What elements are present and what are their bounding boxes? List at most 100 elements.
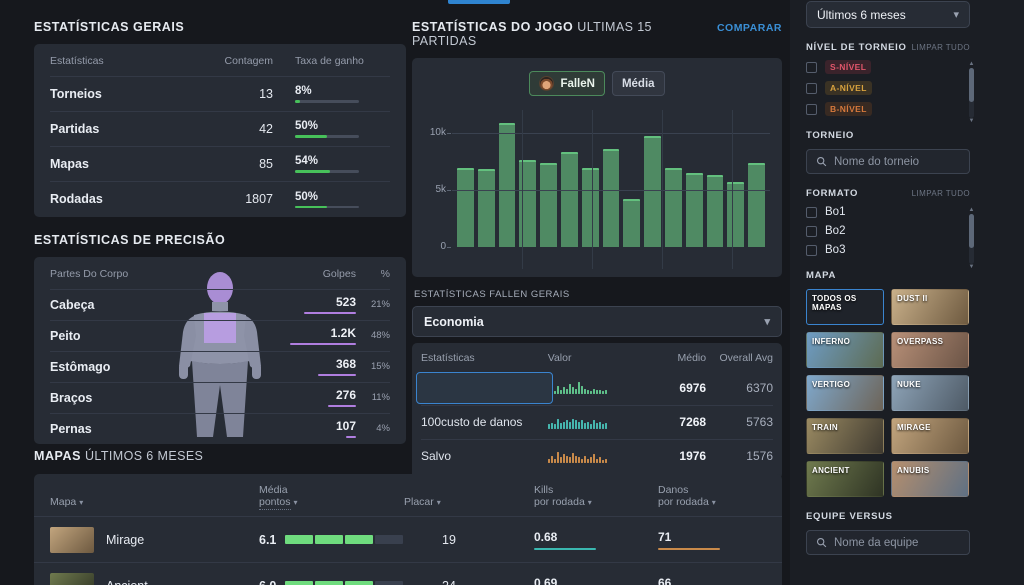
fallen-medio: 6976 (639, 371, 706, 405)
tournament-level-clear[interactable]: LIMPAR TUDO (912, 43, 970, 52)
chart-bar[interactable] (665, 168, 682, 247)
checkbox[interactable] (806, 83, 817, 94)
table-row[interactable]: 100custo de danos72685763 (421, 405, 773, 439)
fallen-stat-name-cell: Custo da kill (421, 371, 548, 405)
format-scrollbar[interactable]: ▲ ▼ (968, 208, 975, 270)
precision-stats-title: ESTATÍSTICAS DE PRECISÃO (34, 233, 406, 247)
tournament-level-scrollbar[interactable]: ▲ ▼ (968, 62, 975, 124)
y-axis-tick (447, 133, 451, 134)
table-row: Peito1.2K48% (50, 320, 390, 351)
map-thumbnail (50, 527, 94, 553)
map-tile-todos-os-mapas[interactable]: TODOS OS MAPAS (806, 289, 884, 325)
search-icon (816, 156, 827, 167)
chart-bar[interactable] (727, 182, 744, 247)
team-search-input[interactable]: Nome da equipe (806, 530, 970, 555)
level-badge: B-NÍVEL (825, 102, 872, 116)
chart-bar[interactable] (582, 168, 599, 247)
legend-button-media[interactable]: Média (612, 71, 665, 96)
format-clear[interactable]: LIMPAR TUDO (912, 189, 970, 198)
chart-plot-area: 05k10k (452, 110, 770, 247)
map-group: MAPA TODOS OS MAPASDUST IIINFERNOOVERPAS… (806, 270, 990, 497)
tournament-group: TORNEIO Nome do torneio (806, 130, 990, 174)
fallen-category-select[interactable]: Economia ▾ (412, 306, 782, 337)
map-tile-nuke[interactable]: NUKE (891, 375, 969, 411)
scroll-up-icon[interactable]: ▲ (968, 62, 975, 67)
chart-bar[interactable] (644, 136, 661, 247)
legend-button-fallen[interactable]: FalleN (529, 71, 605, 96)
chart-bar[interactable] (561, 152, 578, 247)
col-media-pontos[interactable]: Média pontos▾ (259, 474, 404, 517)
chart-bar[interactable] (603, 149, 620, 247)
chart-gridline-vertical (662, 110, 663, 269)
map-name: Mirage (106, 533, 144, 547)
winrate-value: 8% (295, 85, 390, 97)
format-option-1[interactable]: Bo2 (806, 225, 990, 237)
chart-bar[interactable] (457, 168, 474, 247)
map-tile-anubis[interactable]: ANUBIS (891, 461, 969, 497)
chart-bar[interactable] (686, 173, 703, 247)
map-tile-inferno[interactable]: INFERNO (806, 332, 884, 368)
map-tile-label: ANCIENT (812, 466, 850, 475)
avg-points-cell: 6.0 (259, 563, 404, 585)
comparar-link[interactable]: COMPARAR (717, 22, 782, 34)
map-tile-ancient[interactable]: ANCIENT (806, 461, 884, 497)
sparkline-chart (548, 381, 640, 394)
y-axis-tick-label: 10k (420, 127, 446, 138)
tournament-level-option-1[interactable]: A-NÍVEL (806, 81, 990, 95)
tournament-level-option-2[interactable]: B-NÍVEL (806, 102, 990, 116)
map-tile-label: TODOS OS MAPAS (812, 294, 883, 312)
tournament-search-input[interactable]: Nome do torneio (806, 149, 970, 174)
col-kills-por-rodada[interactable]: Kills por rodada▾ (534, 474, 658, 517)
chart-bar[interactable] (748, 163, 765, 247)
map-tile-mirage[interactable]: MIRAGE (891, 418, 969, 454)
period-select[interactable]: Últimos 6 meses ▾ (806, 1, 970, 28)
hits-bar (346, 436, 356, 438)
map-tile-dust-ii[interactable]: DUST II (891, 289, 969, 325)
format-option-2[interactable]: Bo3 (806, 244, 990, 256)
mapas-card: Mapa▾ Média pontos▾ Placar▾ Kills por ro… (34, 474, 782, 585)
table-row[interactable]: Ancient6.0240.6966 (34, 563, 782, 585)
chart-bar[interactable] (540, 163, 557, 247)
bar-chart: 05k10k (422, 104, 772, 269)
table-row[interactable]: Mirage6.1190.6871 (34, 517, 782, 563)
scroll-up-icon[interactable]: ▲ (968, 208, 975, 213)
chevron-down-icon: ▾ (588, 498, 592, 507)
fallen-sparkline-cell (548, 405, 640, 439)
chart-bar[interactable] (478, 169, 495, 247)
table-row[interactable]: Custo da kill69766370 (421, 371, 773, 405)
chart-bar[interactable] (623, 199, 640, 247)
scroll-down-icon[interactable]: ▼ (968, 265, 975, 270)
checkbox[interactable] (806, 245, 817, 256)
map-tile-label: MIRAGE (897, 423, 931, 432)
map-tile-overpass[interactable]: OVERPASS (891, 332, 969, 368)
checkbox[interactable] (806, 62, 817, 73)
col-mapa[interactable]: Mapa▾ (34, 474, 259, 517)
map-tile-label: OVERPASS (897, 337, 943, 346)
tournament-title: TORNEIO (806, 130, 990, 141)
chart-bar[interactable] (707, 175, 724, 247)
body-part-label: Cabeça (50, 289, 216, 320)
team-placeholder: Nome da equipe (834, 537, 918, 549)
col-danos-por-rodada[interactable]: Danos por rodada▾ (658, 474, 782, 517)
winrate-value: 50% (295, 191, 390, 203)
hits-value: 1.2K (216, 326, 356, 340)
checkbox[interactable] (806, 207, 817, 218)
map-tile-train[interactable]: TRAIN (806, 418, 884, 454)
mapas-table: Mapa▾ Média pontos▾ Placar▾ Kills por ro… (34, 474, 782, 585)
chart-gridline-vertical (732, 110, 733, 269)
stat-winrate-cell: 54% (273, 147, 390, 182)
chart-bar[interactable] (499, 123, 516, 247)
mapas-subtitle: ÚLTIMOS 6 MESES (85, 449, 203, 463)
scroll-down-icon[interactable]: ▼ (968, 119, 975, 124)
col-placar[interactable]: Placar▾ (404, 474, 534, 517)
map-tile-vertigo[interactable]: VERTIGO (806, 375, 884, 411)
mapas-section: MAPAS ÚLTIMOS 6 MESES Mapa▾ Média pontos… (34, 449, 782, 585)
checkbox[interactable] (806, 226, 817, 237)
hits-bar (318, 374, 356, 376)
table-header-row: Partes Do Corpo Golpes % (50, 257, 390, 290)
tournament-level-option-0[interactable]: S-NÍVEL (806, 60, 990, 74)
format-option-0[interactable]: Bo1 (806, 206, 990, 218)
checkbox[interactable] (806, 104, 817, 115)
table-row: Partidas4250% (50, 112, 390, 147)
table-row: Torneios138% (50, 77, 390, 112)
